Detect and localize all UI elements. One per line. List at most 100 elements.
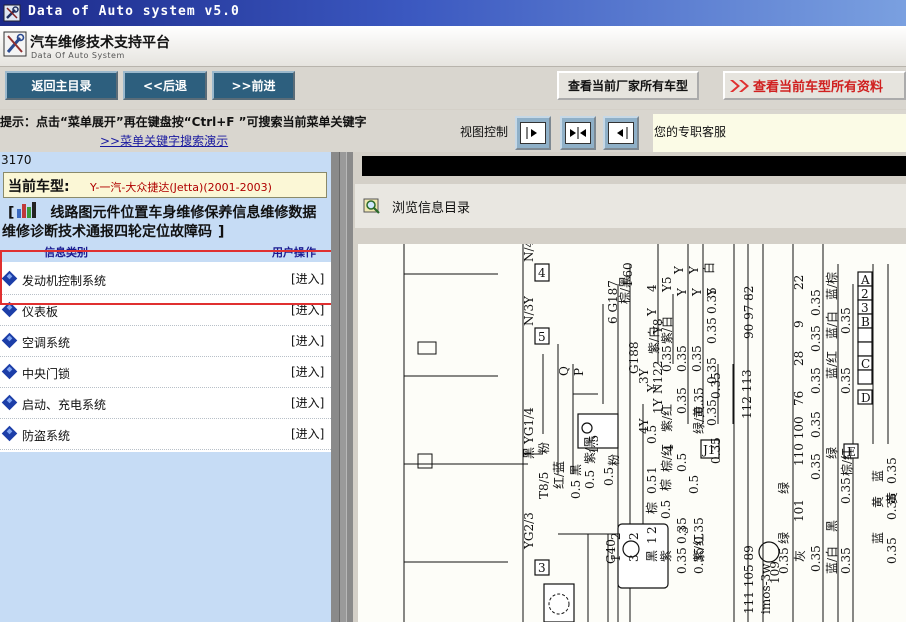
main-toolbar: 返回主目录 <<后退 >>前进 查看当前厂家所有车型 查看当前车型所有资料 <box>0 67 906 109</box>
diagram-label: 棕 <box>644 502 659 514</box>
diagram-label: Y5 <box>660 276 674 293</box>
diagram-label: A <box>860 273 870 287</box>
diagram-label: 112 113 <box>740 369 754 419</box>
app-header: 汽车维修技术支持平台 Data Of Auto System <box>0 26 906 67</box>
list-item-label: 防盗系统 <box>22 429 71 443</box>
splitter-bar <box>339 152 347 622</box>
diagram-label: 黄 <box>885 492 899 504</box>
diagram-label: 5 <box>538 330 546 344</box>
home-button[interactable]: 返回主目录 <box>5 71 118 100</box>
view-split-button[interactable] <box>560 116 596 150</box>
diagram-symbols <box>417 341 780 615</box>
category-links-text[interactable]: [线路图元件位置车身维修保养信息维修数据维修诊断技术通报四轮定位故障码] <box>2 202 329 242</box>
diagram-label: 4 <box>645 284 659 292</box>
diagram-label: 76 <box>792 391 806 406</box>
arrows-split-icon <box>570 127 586 139</box>
list-item-engine-control[interactable]: 发动机控制系统 [进入] <box>0 264 331 295</box>
diagram-label: 绿 <box>776 482 791 494</box>
diagram-label: 棕 <box>658 479 673 491</box>
diagram-label: Y <box>690 287 704 297</box>
diagram-label: P <box>572 368 586 376</box>
diamond-bullet-icon <box>1 332 18 349</box>
wiring-diagram: N/4 4 Y N/3 5 YG1/4 黑 粉 T8/5 红/蓝 YG2/3 3… <box>358 244 906 622</box>
enter-link[interactable]: [进入] <box>291 270 324 287</box>
diagram-label: 0.35 <box>675 387 689 414</box>
app-title: 汽车维修技术支持平台 <box>30 35 170 51</box>
diagram-label: 1 <box>645 466 659 474</box>
diagram-label: 棕/红 <box>839 448 854 476</box>
enter-link[interactable]: [进入] <box>291 332 324 349</box>
window-title: Data of Auto system v5.0 <box>28 4 240 19</box>
list-item-anti-theft[interactable]: 防盗系统 [进入] <box>0 419 331 450</box>
column-label-action: 用户操作 <box>272 246 316 259</box>
book-stack-icon <box>17 202 37 218</box>
list-item-central-lock[interactable]: 中央门锁 [进入] <box>0 357 331 388</box>
enter-link[interactable]: [进入] <box>291 425 324 442</box>
diagram-label: 0.35 <box>809 367 823 394</box>
enter-link[interactable]: [进入] <box>291 301 324 318</box>
wrench-tools-icon <box>3 4 21 22</box>
diagram-label: 黑 <box>522 447 536 459</box>
diagram-label: N/4 <box>522 244 536 262</box>
diagram-label: 2 <box>627 532 641 540</box>
diagram-label: 红/蓝 <box>551 461 566 489</box>
view-expand-right-button[interactable] <box>515 116 551 150</box>
column-label-type: 信息类别 <box>44 246 88 259</box>
enter-link[interactable]: [进入] <box>291 363 324 380</box>
all-models-button[interactable]: 查看当前厂家所有车型 <box>557 71 699 100</box>
browse-directory-bar[interactable]: 浏览信息目录 <box>355 184 906 228</box>
diagram-label: 紫 <box>659 550 673 562</box>
pane-splitter[interactable] <box>331 152 353 622</box>
category-bracket-close: ] <box>218 224 225 240</box>
arrow-left-icon <box>617 127 628 139</box>
support-label: 您的专职客服 <box>654 125 727 139</box>
diagram-label: 90 97 82 <box>742 286 756 339</box>
diagram-label: 蓝/棕 <box>824 272 839 300</box>
diagram-label: 绿 <box>776 532 791 544</box>
list-item-start-charge[interactable]: 启动、充电系统 [进入] <box>0 388 331 419</box>
diagram-label: 0.5 <box>645 475 659 494</box>
list-item-label: 发动机控制系统 <box>22 274 107 288</box>
search-demo-link[interactable]: >>菜单关键字搜索演示 <box>100 132 228 149</box>
diagram-label: 0.5 <box>569 480 583 499</box>
diagram-label: 0.35 <box>709 372 723 399</box>
diagram-label: 22 <box>792 275 806 290</box>
diagram-label: 0.35 <box>839 367 853 394</box>
diagram-label: 紫/黑 <box>583 436 597 464</box>
diagram-label: 白 <box>701 262 716 274</box>
view-control-label: 视图控制 <box>460 125 509 139</box>
all-data-button[interactable]: 查看当前车型所有资料 <box>723 71 906 100</box>
diagram-label: 0.35 <box>709 437 723 464</box>
diagram-label: 0.35 <box>839 547 853 574</box>
diagram-label: 绿 <box>824 447 839 459</box>
diagram-label: 110 100 <box>792 416 806 466</box>
diagram-label: 3 <box>861 301 869 315</box>
diagram-label: Y <box>672 265 686 275</box>
diagram-label: 0.5 <box>659 500 673 519</box>
diagram-label: 蓝 <box>871 532 885 544</box>
app-subtitle: Data Of Auto System <box>31 51 125 60</box>
category-links[interactable]: [线路图元件位置车身维修保养信息维修数据维修诊断技术通报四轮定位故障码] <box>2 200 329 242</box>
diagram-label: T8/5 <box>537 472 551 499</box>
diagram-label: 0.35 <box>675 517 689 544</box>
support-panel[interactable]: 您的专职客服 <box>653 114 906 152</box>
diagram-label: 蓝 <box>871 470 885 482</box>
diagram-label: F60 <box>621 262 635 286</box>
list-item-dashboard[interactable]: 仪表板 [进入] <box>0 295 331 326</box>
diagram-label: 0.35 <box>660 345 674 372</box>
diamond-bullet-icon <box>1 394 18 411</box>
diagram-label: 蓝/白 <box>824 546 839 574</box>
diagram-label: 0.35 <box>777 547 791 574</box>
content-top-bar <box>362 156 906 176</box>
view-expand-left-button[interactable] <box>603 116 639 150</box>
diagram-label: Q <box>557 366 571 376</box>
current-model-box: 当前车型: Y-一汽-大众捷达(Jetta)(2001-2003) <box>3 172 327 198</box>
forward-button[interactable]: >>前进 <box>212 71 295 100</box>
enter-link[interactable]: [进入] <box>291 394 324 411</box>
diagram-label: 2 <box>645 526 659 534</box>
diagram-label: 0.35 <box>885 537 899 564</box>
category-bracket-open: [ <box>8 205 15 221</box>
diagram-label: 3 <box>627 554 641 562</box>
back-button[interactable]: <<后退 <box>123 71 207 100</box>
list-item-ac-system[interactable]: 空调系统 [进入] <box>0 326 331 357</box>
